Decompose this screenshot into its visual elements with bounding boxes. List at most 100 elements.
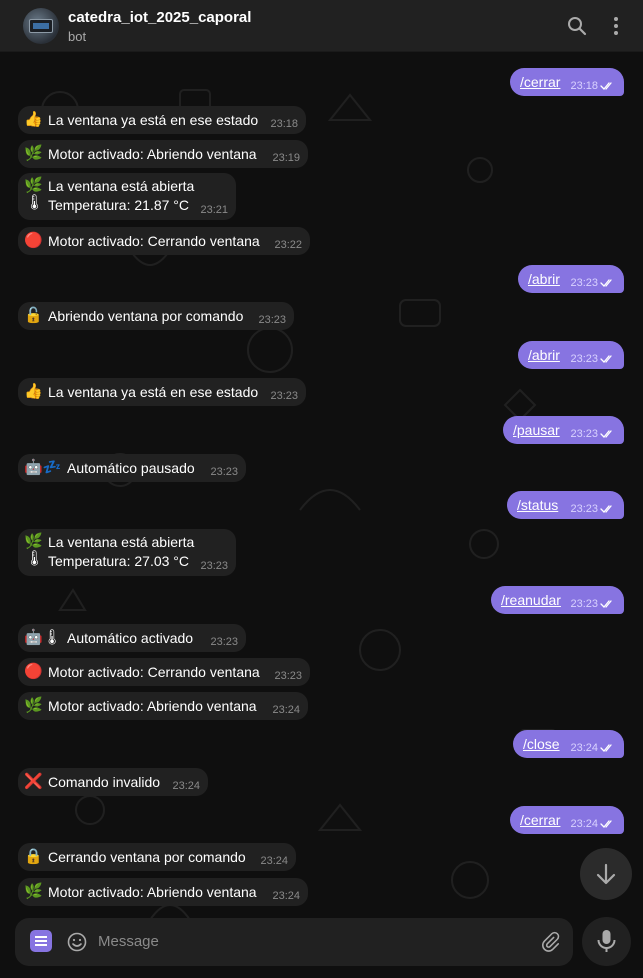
message-text: Comando invalido xyxy=(48,773,161,790)
chat-window: catedra_iot_2025_caporal bot /cerrar 23:1… xyxy=(0,0,643,978)
message-text: La ventana está abierta xyxy=(48,534,195,550)
bot-menu-button[interactable] xyxy=(30,930,52,952)
incoming-message[interactable]: 🌿 Motor activado: Abriendo ventana 23:19 xyxy=(18,140,308,168)
command-link[interactable]: /abrir xyxy=(528,346,560,365)
message-text: Motor activado: Abriendo ventana xyxy=(48,883,257,900)
message-text: La ventana está abierta xyxy=(48,178,195,194)
incoming-message[interactable]: ❌ Comando invalido 23:24 xyxy=(18,768,208,796)
message-text: Motor activado: Cerrando ventana xyxy=(48,663,260,680)
command-link[interactable]: /abrir xyxy=(528,270,560,289)
thermometer-icon: 🌡 xyxy=(25,194,45,211)
chat-subtitle: bot xyxy=(68,29,87,44)
message-emoji-icon: ❌ xyxy=(24,773,43,790)
message-timestamp: 23:24 xyxy=(570,742,598,754)
outgoing-message[interactable]: /status 23:23 xyxy=(507,491,624,519)
outgoing-message[interactable]: /abrir 23:23 xyxy=(518,341,624,369)
message-emoji-icon: 🌿 xyxy=(24,145,43,162)
message-timestamp: 23:23 xyxy=(258,314,286,326)
outgoing-message[interactable]: /reanudar 23:23 xyxy=(491,586,624,614)
incoming-message[interactable]: 🌿 La ventana está abierta 🌡 Temperatura: 21… xyxy=(18,173,236,220)
microphone-icon xyxy=(597,930,616,952)
outgoing-message[interactable]: /cerrar 23:18 xyxy=(510,68,624,96)
message-timestamp: 23:23 xyxy=(570,598,598,610)
message-emoji-icon: 👍 xyxy=(24,111,43,128)
message-text: Abriendo ventana por comando xyxy=(48,307,244,324)
message-emoji-icon: 🔒 xyxy=(24,848,43,865)
command-link[interactable]: /reanudar xyxy=(501,591,561,610)
smile-icon[interactable] xyxy=(67,932,87,952)
outgoing-message[interactable]: /close 23:24 xyxy=(513,730,624,758)
message-emoji-icon: 🌿 xyxy=(24,697,43,714)
message-timestamp: 23:18 xyxy=(570,80,598,92)
incoming-message[interactable]: 🔒 Cerrando ventana por comando 23:24 xyxy=(18,843,296,871)
message-text: Motor activado: Cerrando ventana xyxy=(48,232,260,249)
scroll-down-button[interactable] xyxy=(580,848,632,900)
message-text: Temperatura: 21.87 °C xyxy=(48,197,190,213)
message-timestamp: 23:24 xyxy=(260,855,288,867)
message-text: Temperatura: 27.03 °C xyxy=(48,553,190,569)
incoming-message[interactable]: 🔴 Motor activado: Cerrando ventana 23:22 xyxy=(18,227,310,255)
message-timestamp: 23:24 xyxy=(272,704,300,716)
message-text: La ventana ya está en ese estado xyxy=(48,383,259,400)
message-timestamp: 23:23 xyxy=(200,560,228,572)
message-timestamp: 23:23 xyxy=(570,503,598,515)
message-timestamp: 23:23 xyxy=(570,277,598,289)
double-check-icon xyxy=(600,355,612,363)
message-timestamp: 23:23 xyxy=(210,636,238,648)
incoming-message[interactable]: 🔓 Abriendo ventana por comando 23:23 xyxy=(18,302,294,330)
message-timestamp: 23:24 xyxy=(172,780,200,792)
incoming-message[interactable]: 🌿 Motor activado: Abriendo ventana 23:24 xyxy=(18,878,308,906)
message-text: La ventana ya está en ese estado xyxy=(48,111,259,128)
double-check-icon xyxy=(600,430,612,438)
message-text: Motor activado: Abriendo ventana xyxy=(48,697,257,714)
message-timestamp: 23:22 xyxy=(274,239,302,251)
avatar[interactable] xyxy=(23,8,59,44)
message-input[interactable]: Message xyxy=(98,933,159,950)
message-timestamp: 23:24 xyxy=(570,818,598,830)
incoming-message[interactable]: 🤖💤 Automático pausado 23:23 xyxy=(18,454,246,482)
command-link[interactable]: /cerrar xyxy=(520,73,560,92)
incoming-message[interactable]: 👍 La ventana ya está en ese estado 23:23 xyxy=(18,378,306,406)
thermometer-icon: 🌡 xyxy=(25,550,45,567)
message-timestamp: 23:23 xyxy=(570,353,598,365)
message-emoji-icon: 🤖💤 xyxy=(24,459,62,476)
incoming-message[interactable]: 🌿 La ventana está abierta 🌡 Temperatura: 27… xyxy=(18,529,236,576)
message-emoji-icon: 🔓 xyxy=(24,307,43,324)
command-link[interactable]: /close xyxy=(523,735,560,754)
command-link[interactable]: /pausar xyxy=(513,421,560,440)
command-link[interactable]: /status xyxy=(517,496,558,515)
command-link[interactable]: /cerrar xyxy=(520,811,560,830)
message-emoji-icon: 🌿 xyxy=(24,883,43,900)
chat-header: catedra_iot_2025_caporal bot xyxy=(0,0,643,52)
outgoing-message[interactable]: /cerrar 23:24 xyxy=(510,806,624,834)
outgoing-message[interactable]: /abrir 23:23 xyxy=(518,265,624,293)
message-timestamp: 23:21 xyxy=(200,204,228,216)
incoming-message[interactable]: 🌿 Motor activado: Abriendo ventana 23:24 xyxy=(18,692,308,720)
message-timestamp: 23:23 xyxy=(270,390,298,402)
message-timestamp: 23:23 xyxy=(570,428,598,440)
arrow-down-icon xyxy=(596,863,616,885)
message-emoji-icon: 🔴 xyxy=(24,232,43,249)
double-check-icon xyxy=(600,279,612,287)
double-check-icon xyxy=(600,505,612,513)
message-text: Cerrando ventana por comando xyxy=(48,848,246,865)
message-text: Automático activado xyxy=(67,629,194,646)
double-check-icon xyxy=(600,600,612,608)
paperclip-icon[interactable] xyxy=(539,931,561,953)
message-emoji-icon: 👍 xyxy=(24,383,43,400)
message-timestamp: 23:23 xyxy=(274,670,302,682)
message-emoji-icon: 🤖🌡 xyxy=(24,629,62,646)
message-timestamp: 23:24 xyxy=(272,890,300,902)
incoming-message[interactable]: 🔴 Motor activado: Cerrando ventana 23:23 xyxy=(18,658,310,686)
chat-title[interactable]: catedra_iot_2025_caporal xyxy=(68,9,251,26)
incoming-message[interactable]: 🤖🌡 Automático activado 23:23 xyxy=(18,624,246,652)
double-check-icon xyxy=(600,744,612,752)
more-vertical-icon[interactable] xyxy=(604,14,628,38)
outgoing-message[interactable]: /pausar 23:23 xyxy=(503,416,624,444)
incoming-message[interactable]: 👍 La ventana ya está en ese estado 23:18 xyxy=(18,106,306,134)
search-icon[interactable] xyxy=(565,14,589,38)
message-timestamp: 23:23 xyxy=(210,466,238,478)
microphone-button[interactable] xyxy=(582,917,631,966)
message-text: Motor activado: Abriendo ventana xyxy=(48,145,257,162)
message-timestamp: 23:19 xyxy=(272,152,300,164)
